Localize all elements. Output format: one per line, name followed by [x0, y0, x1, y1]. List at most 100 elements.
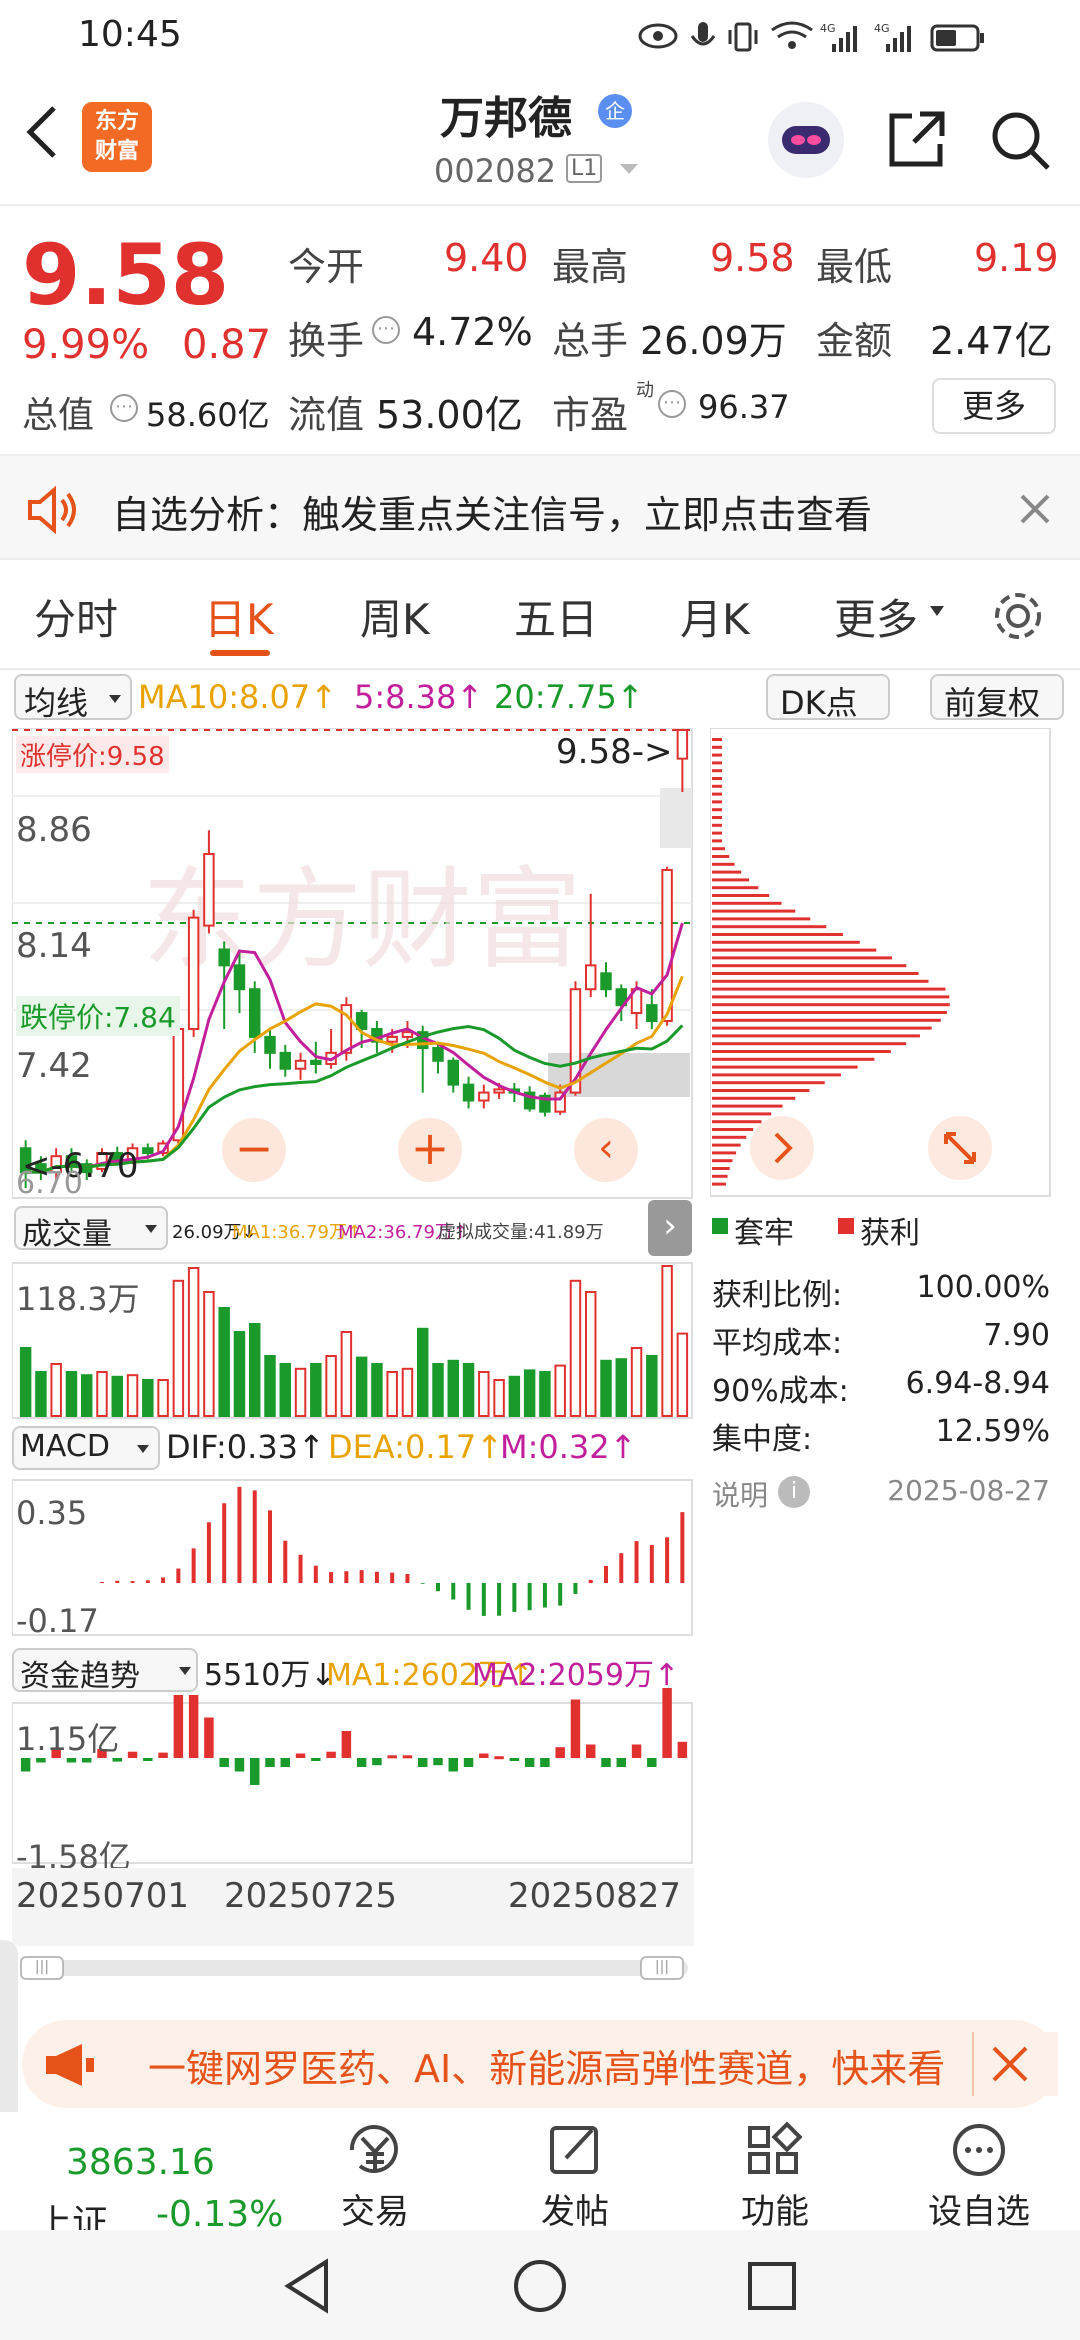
volume-bar [19, 1347, 32, 1417]
alert-bar[interactable]: 自选分析：触发重点关注信号，立即点击查看 [0, 456, 1080, 560]
trade-label: 交易 [341, 2192, 409, 2232]
tab-daily-k[interactable]: 日K [204, 586, 274, 647]
tab-more[interactable]: 更多 [834, 586, 918, 647]
last-price: 9.58 [22, 226, 230, 324]
y-tick: 7.42 [16, 1046, 92, 1086]
chip-bar [712, 1073, 841, 1077]
chip-row-value: 7.90 [983, 1318, 1050, 1353]
volume-selector[interactable]: 成交量 [14, 1206, 168, 1252]
expand-right-button[interactable]: › [648, 1200, 692, 1256]
scroll-handle-right[interactable]: ||| [640, 1956, 684, 1980]
close-icon[interactable] [990, 2044, 1030, 2084]
volume-bar [35, 1371, 47, 1417]
chart-area: 均线 MA10:8.07↑ 5:8.38↑ 20:7.75↑ DK点 前复权 东… [0, 670, 1080, 2010]
back-triangle-icon[interactable] [282, 2258, 334, 2314]
caret-down-icon[interactable] [928, 604, 946, 618]
fund-bar [311, 1758, 321, 1761]
chip-bar [712, 761, 722, 765]
volume-bar [416, 1327, 429, 1417]
legend-swatch-profit [838, 1218, 854, 1234]
tab-intraday[interactable]: 分时 [34, 586, 118, 647]
y-tick: 8.86 [16, 810, 92, 850]
scroll-left-button[interactable]: ‹ [574, 1118, 638, 1182]
info-dots-icon[interactable]: ⋯ [372, 316, 400, 344]
post-button[interactable]: 发帖 [500, 2120, 650, 2232]
pe-value: 96.37 [698, 388, 790, 426]
volume-bar [142, 1379, 154, 1417]
chip-bar [712, 925, 827, 929]
scroll-handle-left[interactable]: ||| [20, 1956, 64, 1980]
change-amount: 0.87 [182, 322, 272, 368]
chip-bar [712, 1096, 796, 1100]
fund-selector[interactable]: 资金趋势 [12, 1648, 198, 1694]
chevron-down-icon[interactable] [618, 162, 640, 178]
chip-left-button[interactable] [750, 1116, 814, 1180]
volume-label: 总手 [552, 319, 629, 363]
chip-bar [712, 1151, 737, 1155]
chip-bar [712, 1065, 858, 1069]
index-change[interactable]: -0.13% [156, 2194, 283, 2235]
chip-bar [712, 823, 722, 827]
dk-label: DK点 [780, 684, 858, 722]
megaphone-icon [46, 2044, 94, 2086]
grid-icon [748, 2121, 803, 2174]
back-icon[interactable] [22, 102, 62, 162]
trade-button[interactable]: 交易 [300, 2120, 450, 2232]
zoom-in-button[interactable]: + [398, 1118, 462, 1182]
candle [386, 1035, 398, 1043]
banner-text: 一键网罗医药、AI、新能源高弹性赛道，快来看 [148, 2047, 946, 2091]
volume-bar [462, 1363, 475, 1417]
tab-five-day[interactable]: 五日 [514, 586, 598, 647]
ma-selector[interactable]: 均线 [14, 674, 132, 722]
adjust-button[interactable]: 前复权 [930, 674, 1064, 722]
chip-bar [712, 972, 919, 975]
ma10-label: MA10:8.07↑ [138, 678, 338, 716]
macd-bars [100, 1486, 685, 1616]
fund-bar [601, 1758, 611, 1767]
dk-button[interactable]: DK点 [766, 674, 890, 722]
info-icon[interactable]: i [778, 1476, 810, 1508]
caret-down-icon [109, 695, 121, 703]
macd-pane-frame [12, 1479, 693, 1636]
candle [584, 964, 597, 991]
ai-avatar[interactable] [768, 102, 844, 178]
chip-bar [712, 1026, 932, 1030]
tab-monthly-k[interactable]: 月K [680, 586, 750, 647]
watchlist-button[interactable]: 设自选 [904, 2120, 1054, 2232]
fund-bar [188, 1695, 199, 1758]
ma-selector-label: 均线 [24, 684, 89, 722]
low-label: 最低 [816, 245, 893, 289]
volume-bar [371, 1363, 383, 1417]
share-icon[interactable] [884, 108, 948, 172]
more-button[interactable]: 更多 [932, 378, 1056, 434]
volume-bar [539, 1371, 551, 1417]
chip-note[interactable]: 说明 [712, 1474, 768, 1514]
info-dots-icon[interactable]: ⋯ [658, 390, 686, 418]
function-button[interactable]: 功能 [700, 2120, 850, 2232]
fund-bar [417, 1758, 428, 1767]
tab-weekly-k[interactable]: 周K [360, 586, 430, 647]
index-value[interactable]: 3863.16 [66, 2142, 215, 2183]
settings-icon[interactable] [990, 588, 1046, 644]
mktcap-value: 58.60亿 [146, 396, 270, 434]
promo-banner[interactable]: 一键网罗医药、AI、新能源高弹性赛道，快来看 [22, 2020, 1058, 2108]
info-dots-icon[interactable]: ⋯ [110, 394, 138, 422]
home-circle-icon[interactable] [512, 2258, 568, 2314]
macd-selector[interactable]: MACD [12, 1426, 160, 1470]
fund-bar [173, 1695, 184, 1758]
chip-bar [712, 769, 722, 773]
volume-bar [233, 1331, 246, 1417]
search-icon[interactable] [988, 108, 1052, 172]
high-value: 9.58 [710, 236, 795, 280]
clock: 10:45 [78, 14, 182, 55]
more-dots-icon [953, 2124, 1005, 2176]
close-icon[interactable] [1018, 492, 1052, 526]
recents-square-icon[interactable] [746, 2258, 798, 2314]
volume-bar [310, 1363, 322, 1417]
scrollbar-track[interactable] [20, 1960, 688, 1976]
chip-row-label: 集中度: [712, 1422, 813, 1457]
fund-bar [20, 1758, 31, 1772]
zoom-out-button[interactable]: − [222, 1118, 286, 1182]
chip-bar [712, 878, 750, 882]
chip-distribution[interactable] [710, 728, 1052, 1198]
